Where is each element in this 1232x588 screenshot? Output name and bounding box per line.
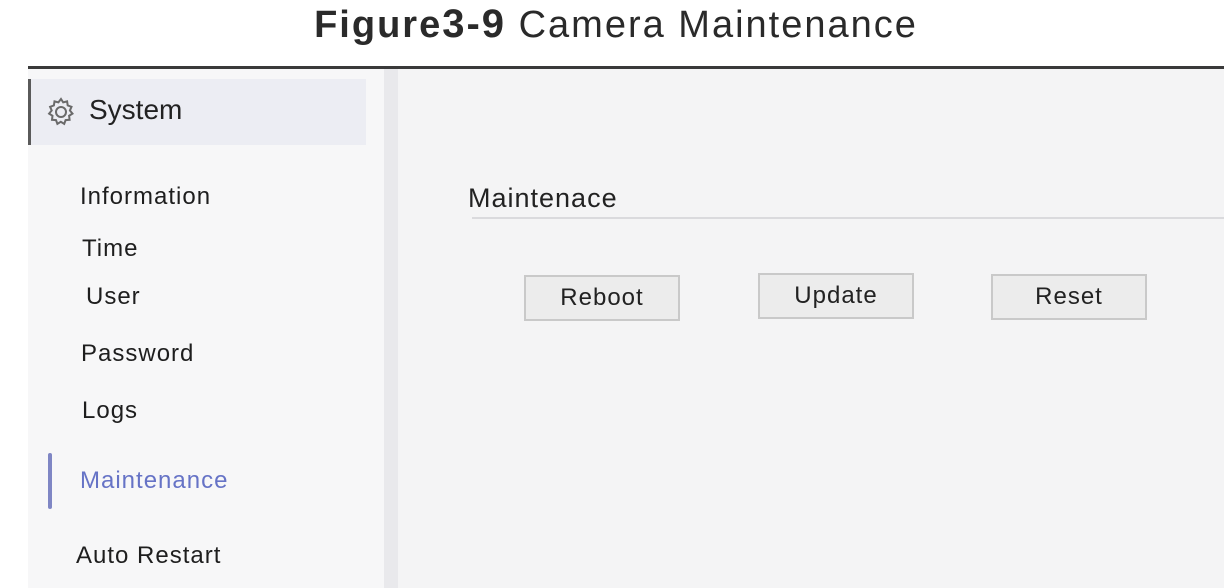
camera-settings-window: System Information Time User Password Lo… <box>28 66 1224 588</box>
sidebar-item-user[interactable]: User <box>86 283 141 311</box>
figure-number: 3-9 <box>442 2 507 46</box>
sidebar-header-label: System <box>89 94 183 125</box>
figure-canvas: Figure3-9 Camera Maintenance System Info… <box>0 0 1232 588</box>
figure-title: Figure3-9 Camera Maintenance <box>0 2 1232 47</box>
section-divider <box>472 217 1224 219</box>
sidebar-header-system[interactable]: System <box>28 79 366 145</box>
sidebar-divider <box>384 69 398 588</box>
update-button[interactable]: Update <box>758 273 914 319</box>
sidebar-item-information[interactable]: Information <box>80 183 211 211</box>
reboot-button[interactable]: Reboot <box>524 275 680 321</box>
figure-caption: Camera Maintenance <box>506 4 918 46</box>
sidebar-item-auto-restart[interactable]: Auto Restart <box>76 542 221 570</box>
sidebar-item-maintenance[interactable]: Maintenance <box>80 467 228 495</box>
section-title: Maintenace <box>468 183 618 213</box>
main-content: Maintenace Reboot Update Reset <box>398 69 1224 588</box>
sidebar: System Information Time User Password Lo… <box>28 69 384 588</box>
sidebar-item-logs[interactable]: Logs <box>82 397 138 425</box>
active-item-indicator <box>48 453 52 509</box>
gear-icon <box>47 97 74 126</box>
sidebar-item-password[interactable]: Password <box>81 340 194 368</box>
sidebar-item-time[interactable]: Time <box>82 235 138 263</box>
figure-label: Figure <box>314 4 443 46</box>
reset-button[interactable]: Reset <box>991 274 1147 320</box>
